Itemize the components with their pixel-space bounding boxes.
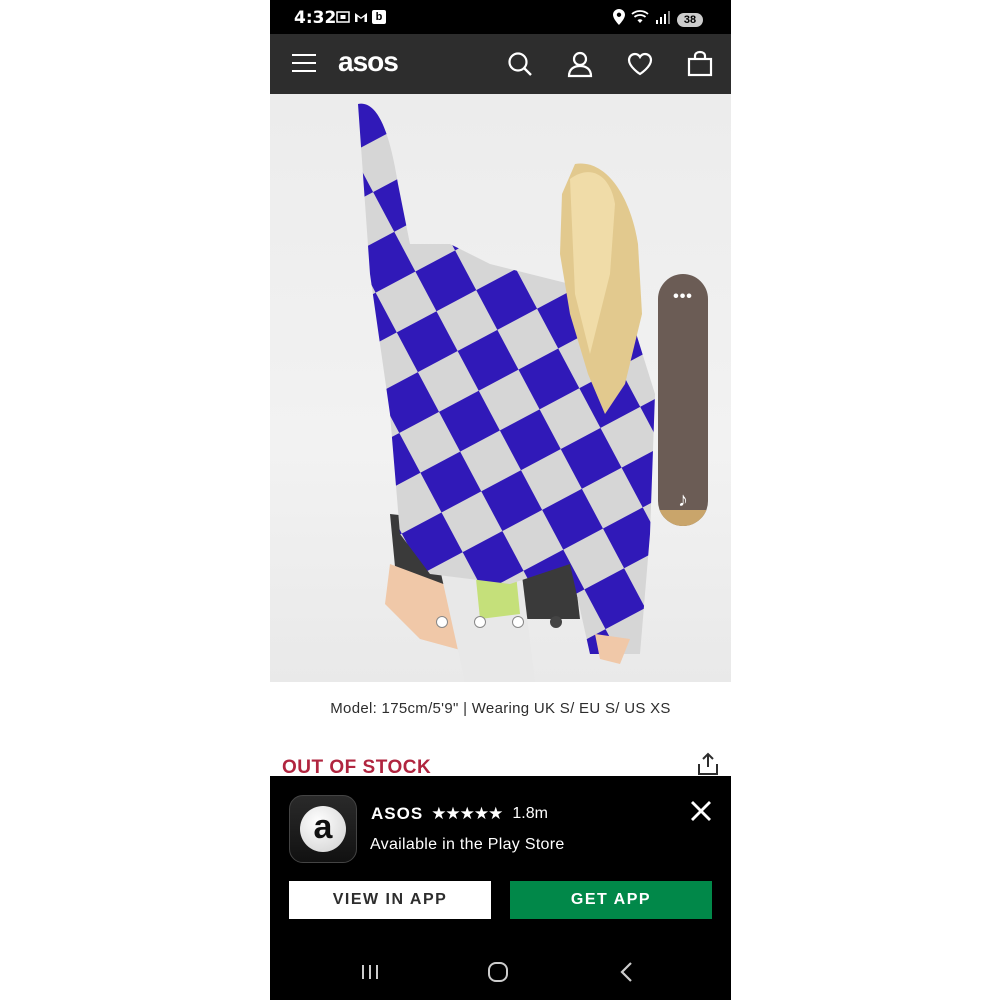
recents-icon[interactable]: [356, 958, 384, 986]
carousel-dot[interactable]: [474, 616, 486, 628]
share-icon[interactable]: [696, 752, 720, 776]
model-size-info: Model: 175cm/5'9" | Wearing UK S/ EU S/ …: [330, 700, 671, 717]
system-nav-bar: [270, 942, 731, 1000]
close-icon[interactable]: [688, 798, 714, 824]
signal-icon: [655, 10, 671, 29]
back-icon[interactable]: [613, 958, 641, 986]
home-icon[interactable]: [484, 958, 512, 986]
heart-icon[interactable]: [626, 50, 654, 78]
carousel-dot-active[interactable]: [550, 616, 562, 628]
floating-tab-accent: [658, 510, 708, 526]
location-icon: [613, 9, 625, 30]
app-install-banner: a ASOS ★★★★★ 1.8m Available in the Play …: [270, 776, 731, 942]
search-icon[interactable]: [506, 50, 534, 78]
screenshot-icon: [336, 10, 350, 24]
wifi-icon: [631, 10, 649, 29]
account-icon[interactable]: [566, 50, 594, 78]
more-options-icon[interactable]: •••: [658, 288, 708, 306]
app-store-subtitle: Available in the Play Store: [370, 836, 565, 853]
carousel-dot[interactable]: [512, 616, 524, 628]
carousel-dot[interactable]: [436, 616, 448, 628]
battery-indicator: 38: [677, 12, 703, 27]
menu-icon[interactable]: [292, 54, 316, 74]
stock-status: OUT OF STOCK: [282, 757, 432, 777]
status-notification-icons: b: [336, 10, 386, 24]
rating-count: 1.8m: [512, 805, 548, 822]
status-system-icons: 38: [613, 9, 703, 30]
phone-screen: 4:32 b 38 asos ••• ♪ Model: 175cm/5'9" |…: [270, 0, 731, 1000]
view-in-app-button[interactable]: VIEW IN APP: [289, 881, 491, 919]
asos-app-logo: a: [289, 795, 357, 863]
status-bar: 4:32 b 38: [270, 0, 731, 34]
app-logo-letter: a: [300, 806, 346, 852]
status-time: 4:32: [294, 8, 337, 28]
app-header: asos: [270, 34, 731, 94]
gmail-icon: [354, 10, 368, 24]
bag-icon[interactable]: [686, 50, 714, 78]
music-note-icon[interactable]: ♪: [658, 489, 708, 512]
asos-logo[interactable]: asos: [338, 46, 399, 78]
floating-side-panel[interactable]: ••• ♪: [658, 274, 708, 526]
app-info-row: ASOS ★★★★★ 1.8m: [371, 804, 548, 824]
star-rating: ★★★★★: [431, 804, 503, 823]
b-app-icon: b: [372, 10, 386, 24]
product-image[interactable]: ••• ♪: [270, 94, 731, 682]
carousel-indicator: [436, 616, 562, 628]
get-app-button[interactable]: GET APP: [510, 881, 712, 919]
app-name: ASOS: [371, 804, 424, 823]
